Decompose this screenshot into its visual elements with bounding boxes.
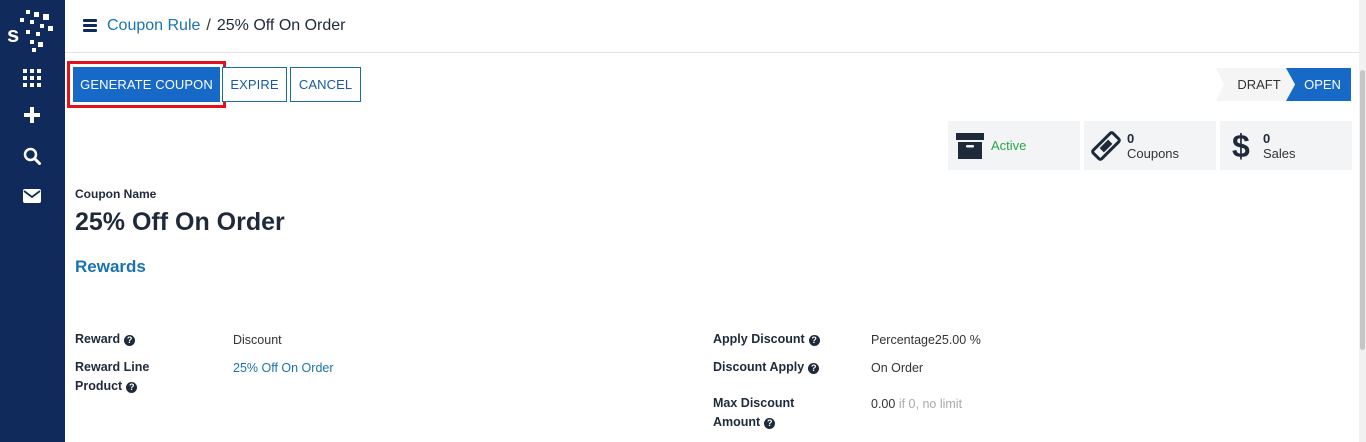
coupons-stat-button[interactable]: 0 Coupons (1084, 121, 1216, 170)
plus-icon[interactable] (20, 103, 44, 127)
status-step-draft[interactable]: DRAFT (1216, 68, 1296, 101)
apply-discount-label: Apply Discount? (713, 330, 820, 349)
max-discount-label-line1: Max Discount (713, 396, 795, 410)
apps-grid-icon[interactable] (20, 66, 44, 90)
reward-value: Discount (233, 333, 282, 347)
rewards-section-title: Rewards (75, 257, 146, 276)
app-logo-icon[interactable]: s (6, 8, 58, 54)
reward-line-product-label: Reward Line Product? (75, 358, 149, 396)
coupon-name-value: 25% Off On Order (75, 208, 285, 236)
max-discount-amount-label: Max Discount Amount? (713, 394, 794, 432)
breadcrumb-current: 25% Off On Order (216, 17, 346, 34)
discount-apply-label: Discount Apply? (713, 358, 820, 377)
reward-label-text: Reward (75, 332, 121, 346)
ticket-icon (1089, 129, 1123, 163)
max-discount-label-line2: Amount (713, 415, 761, 429)
apply-discount-value: Percentage25.00 % (871, 333, 981, 347)
sidebar: s (0, 0, 65, 442)
coupon-name-label: Coupon Name (75, 187, 157, 201)
reward-line-product-label-line2: Product (75, 379, 123, 393)
coupons-count: 0 (1127, 130, 1135, 146)
svg-text:$: $ (1232, 130, 1250, 162)
reward-label: Reward? (75, 330, 136, 349)
mail-icon[interactable] (20, 184, 44, 208)
reward-line-product-label-line1: Reward Line (75, 360, 150, 374)
coupons-label: Coupons (1127, 145, 1180, 161)
help-icon[interactable]: ? (808, 335, 820, 346)
max-discount-amount-number: 0.00 (871, 397, 896, 411)
highlight-box (67, 61, 226, 108)
vertical-scrollbar[interactable] (1359, 0, 1366, 442)
dollar-icon: $ (1225, 129, 1259, 163)
search-icon[interactable] (20, 144, 44, 168)
status-step-open[interactable]: OPEN (1286, 68, 1351, 101)
active-stat-label: Active (991, 138, 1027, 153)
max-discount-amount-value: 0.00 if 0, no limit (871, 395, 962, 414)
discount-apply-value: On Order (871, 361, 924, 375)
scrollbar-thumb[interactable] (1360, 70, 1365, 350)
menu-toggle-icon[interactable] (83, 18, 97, 32)
breadcrumb-separator: / (206, 17, 211, 34)
help-icon[interactable]: ? (808, 363, 820, 374)
sales-stat-button[interactable]: $ 0 Sales (1220, 121, 1352, 170)
expire-button[interactable]: EXPIRE (222, 67, 287, 102)
discount-apply-label-text: Discount Apply (713, 360, 805, 374)
sales-count: 0 (1263, 130, 1271, 146)
help-icon[interactable]: ? (764, 418, 776, 429)
apply-discount-label-text: Apply Discount (713, 332, 805, 346)
help-icon[interactable]: ? (124, 335, 136, 346)
breadcrumb-parent-link[interactable]: Coupon Rule (107, 17, 200, 34)
cancel-button[interactable]: CANCEL (290, 67, 361, 102)
max-discount-hint: if 0, no limit (898, 397, 963, 411)
archive-icon (953, 129, 987, 163)
svg-text:s: s (7, 22, 19, 47)
help-icon[interactable]: ? (126, 382, 138, 393)
sales-label: Sales (1263, 145, 1296, 161)
breadcrumb: Coupon Rule / 25% Off On Order (107, 17, 346, 35)
top-bar: Coupon Rule / 25% Off On Order (65, 0, 1359, 53)
active-stat-button[interactable]: Active (948, 121, 1080, 170)
reward-line-product-link[interactable]: 25% Off On Order (233, 359, 334, 378)
